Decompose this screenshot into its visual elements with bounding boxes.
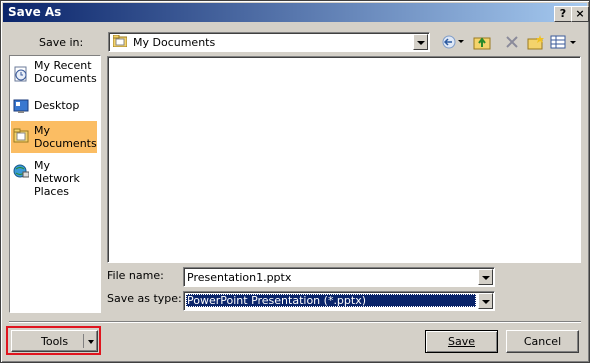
cancel-label: Cancel [523,335,562,348]
sidebar-item-label: My Network Places [34,159,80,198]
save-type-label: Save as type: [107,292,182,305]
save-type-value: PowerPoint Presentation (*.pptx) [187,294,367,307]
new-folder-icon[interactable] [527,34,545,50]
network-places-icon [13,163,30,179]
desktop-icon [13,98,29,114]
sidebar-item-my-documents[interactable]: My Documents [11,121,97,153]
save-type-selection: PowerPoint Presentation (*.pptx) [186,294,476,307]
sidebar-item-label: My Documents [34,124,97,150]
file-name-label: File name: [107,269,164,282]
save-in-value: My Documents [133,36,216,49]
recent-documents-icon [13,66,29,82]
tools-button[interactable]: Tools [11,330,98,352]
file-name-value: Presentation1.pptx [187,271,292,284]
title-bar: Save As ? × [3,3,589,22]
file-list[interactable] [107,56,581,263]
delete-icon[interactable] [504,34,520,50]
up-folder-icon[interactable] [473,34,493,50]
close-button[interactable]: × [571,6,589,22]
separator [9,321,581,323]
views-icon[interactable] [550,34,578,50]
chevron-down-icon[interactable] [478,269,493,285]
save-in-label: Save in: [39,36,84,49]
help-button[interactable]: ? [554,6,572,22]
save-type-dropdown[interactable]: PowerPoint Presentation (*.pptx) [183,291,495,311]
my-documents-icon [13,127,29,143]
tools-label: Tools [41,335,69,348]
save-label: Save [447,335,475,348]
split-divider [83,334,84,348]
cancel-button[interactable]: Cancel [506,330,579,353]
places-bar: My Recent Documents Desktop My Documents… [9,55,101,313]
chevron-down-icon[interactable] [88,340,94,344]
sidebar-item-recent[interactable]: My Recent Documents [10,59,98,93]
window-title: Save As [8,5,62,19]
sidebar-item-label: Desktop [34,99,80,112]
chevron-down-icon[interactable] [478,293,493,309]
save-button[interactable]: Save [425,330,498,353]
save-in-dropdown[interactable]: My Documents [108,32,430,52]
sidebar-item-desktop[interactable]: Desktop [10,96,98,116]
sidebar-item-label: My Recent Documents [34,59,97,85]
folder-icon [112,34,128,48]
sidebar-item-network[interactable]: My Network Places [10,156,98,198]
back-icon[interactable] [441,34,465,50]
save-as-dialog: Save As ? × Save in: My Documents My Rec… [0,0,590,363]
chevron-down-icon[interactable] [413,34,428,50]
file-name-field[interactable]: Presentation1.pptx [183,267,495,287]
